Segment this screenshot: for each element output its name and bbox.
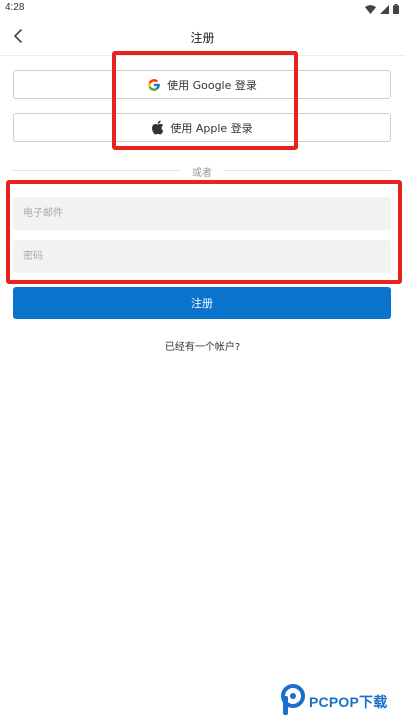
status-icons — [365, 3, 399, 15]
battery-icon — [393, 4, 399, 14]
apple-login-button[interactable]: 使用 Apple 登录 — [13, 113, 391, 142]
signal-icon — [380, 4, 389, 14]
divider-line-right — [223, 170, 391, 171]
app-header: 注册 — [0, 18, 405, 56]
page-title: 注册 — [190, 31, 215, 45]
login-link[interactable]: 已经有一个帐户? — [0, 338, 405, 353]
register-button-label: 注册 — [191, 297, 213, 310]
apple-login-label: 使用 Apple 登录 — [170, 121, 253, 135]
divider-line-left — [13, 170, 181, 171]
divider-text: 或者 — [192, 168, 212, 179]
watermark-text: PCPOP下载 — [309, 693, 388, 710]
password-field[interactable] — [13, 240, 391, 273]
google-icon — [147, 78, 161, 92]
status-time: 4:28 — [5, 2, 25, 13]
wifi-icon — [365, 4, 376, 14]
apple-icon — [151, 120, 164, 135]
status-bar: 4:28 — [0, 0, 405, 18]
watermark: PCPOP下载 — [280, 683, 405, 720]
pcpop-logo-icon — [280, 683, 306, 720]
google-login-label: 使用 Google 登录 — [167, 78, 257, 92]
register-button[interactable]: 注册 — [13, 287, 391, 319]
email-field[interactable] — [13, 197, 391, 230]
google-login-button[interactable]: 使用 Google 登录 — [13, 70, 391, 99]
